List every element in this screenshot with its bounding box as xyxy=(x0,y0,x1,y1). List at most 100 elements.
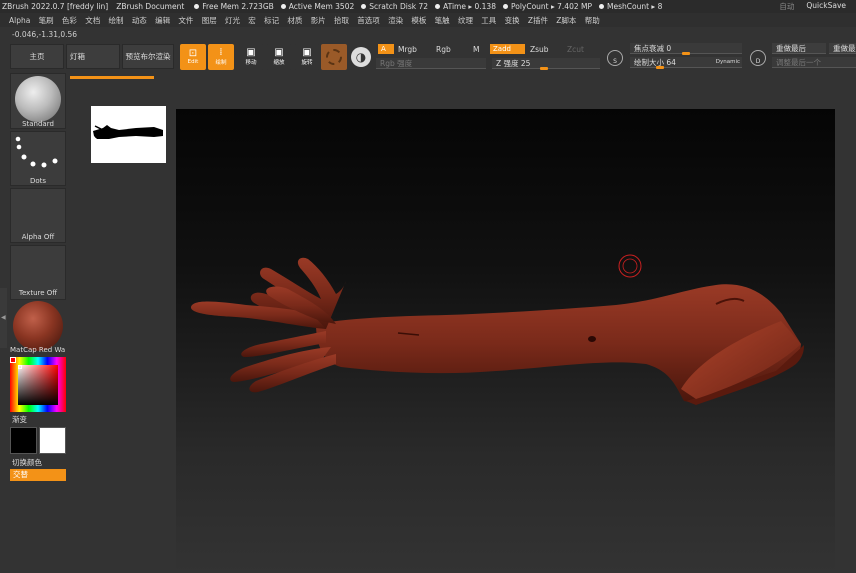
m-toggle[interactable]: M xyxy=(473,45,479,54)
menu-item[interactable]: 渲染 xyxy=(388,15,403,26)
menu-item[interactable]: Z脚本 xyxy=(556,15,576,26)
stat-text: ATime ▸ 0.138 xyxy=(443,2,496,11)
collapse-arrow-icon: ◀ xyxy=(1,314,6,321)
menu-item[interactable]: 首选项 xyxy=(357,15,380,26)
navigator-thumbnail[interactable] xyxy=(91,106,166,163)
menu-item[interactable]: 绘制 xyxy=(109,15,124,26)
menu-item[interactable]: 色彩 xyxy=(62,15,77,26)
draw-label: 绘制 xyxy=(215,60,227,66)
menu-item[interactable]: 纹理 xyxy=(458,15,473,26)
dynamic-toggle[interactable]: Dynamic xyxy=(716,57,740,68)
stroke-label: Dots xyxy=(29,177,47,185)
switch-color-button[interactable]: 切换颜色 xyxy=(12,457,42,468)
brush-label: Standard xyxy=(22,120,54,128)
scale-button[interactable]: ▣ 缩放 xyxy=(266,44,292,70)
scratch-disk-stat: Scratch Disk 72 xyxy=(361,2,428,11)
saturation-cursor-icon[interactable] xyxy=(18,365,22,369)
stat-text: Scratch Disk 72 xyxy=(369,2,429,11)
a-toggle[interactable]: A xyxy=(378,44,394,54)
move-button[interactable]: ▣ 移动 xyxy=(238,44,264,70)
standard-brush-icon xyxy=(15,76,61,122)
quicksave-button[interactable]: QuickSave xyxy=(806,1,846,12)
arm-model[interactable] xyxy=(176,109,835,573)
focal-shift-slider[interactable]: 焦点衰减 0 xyxy=(630,43,742,55)
menu-item[interactable]: 变换 xyxy=(505,15,520,26)
main-color-swatch[interactable] xyxy=(10,427,37,454)
menu-item[interactable]: 影片 xyxy=(311,15,326,26)
status-dot-icon xyxy=(280,4,286,9)
draw-size-slider[interactable]: 绘制大小 64 Dynamic xyxy=(630,57,742,69)
free-mem-stat: Free Mem 2.723GB xyxy=(194,2,274,11)
cursor-coordinates: -0.046,-1.31,0.56 xyxy=(12,30,78,39)
menu-item[interactable]: 模板 xyxy=(411,15,426,26)
menu-item[interactable]: 宏 xyxy=(248,15,256,26)
menu-item[interactable]: 笔刷 xyxy=(39,15,54,26)
color-picker[interactable] xyxy=(10,357,66,412)
material-button[interactable] xyxy=(321,44,347,70)
z-intensity-label: Z 强度 25 xyxy=(496,59,531,68)
menu-item[interactable]: Z插件 xyxy=(528,15,548,26)
lightbox-button[interactable]: 灯箱 xyxy=(66,44,120,69)
alternate-button[interactable]: 交替 xyxy=(10,469,66,481)
spotlight-button[interactable]: ◑ xyxy=(351,47,371,67)
gradient-label[interactable]: 渐变 xyxy=(12,414,27,425)
move-icon: ▣ xyxy=(246,47,256,58)
menu-item[interactable]: 拾取 xyxy=(334,15,349,26)
menu-item[interactable]: 图层 xyxy=(202,15,217,26)
menu-item[interactable]: 工具 xyxy=(481,15,496,26)
d-dial[interactable]: D xyxy=(750,50,766,66)
status-dot-icon xyxy=(361,4,367,9)
rotate-button[interactable]: ▣ 旋转 xyxy=(294,44,320,70)
rgb-intensity-slider[interactable]: Rgb 强度 xyxy=(376,58,486,69)
panel-collapse-handle[interactable]: ◀ xyxy=(0,288,7,348)
z-intensity-knob[interactable] xyxy=(540,67,548,70)
document-title: ZBrush Document xyxy=(116,2,185,11)
redo-last-button[interactable]: 重做最后 xyxy=(772,43,826,54)
stat-text: PolyCount ▸ 7.402 MP xyxy=(510,2,593,11)
menu-bar: Alpha 笔刷 色彩 文档 绘制 动态 编辑 文件 图层 灯光 宏 标记 材质… xyxy=(0,13,856,27)
rgb-toggle[interactable]: Rgb xyxy=(436,45,451,54)
home-button[interactable]: 主页 xyxy=(10,44,64,69)
material-icon xyxy=(326,49,342,65)
focal-shift-knob[interactable] xyxy=(682,52,690,55)
s-dial[interactable]: S xyxy=(607,50,623,66)
menu-item[interactable]: 标记 xyxy=(264,15,279,26)
top-shelf: 主页 灯箱 预览布尔渲染 ⊡ Edit ⁞ 绘制 ▣ 移动 ▣ 缩放 ▣ 旋转 … xyxy=(0,40,856,73)
status-dot-icon xyxy=(435,4,441,9)
menu-item[interactable]: 笔触 xyxy=(435,15,450,26)
z-intensity-slider[interactable]: Z 强度 25 xyxy=(492,58,600,70)
status-dot-icon xyxy=(599,4,605,9)
status-dot-icon xyxy=(502,4,508,9)
color-cursor-icon[interactable] xyxy=(10,357,16,363)
zadd-toggle[interactable]: Zadd xyxy=(490,44,525,54)
mrgb-toggle[interactable]: Mrgb xyxy=(398,45,417,54)
polycount-stat: PolyCount ▸ 7.402 MP xyxy=(502,2,593,11)
adjust-last-slider[interactable]: 调整最后一个 xyxy=(772,57,856,68)
status-dot-icon xyxy=(194,4,200,9)
rotate-label: 旋转 xyxy=(301,60,313,66)
zcut-toggle[interactable]: Zcut xyxy=(567,45,584,54)
bpr-button[interactable]: 预览布尔渲染 xyxy=(122,44,174,69)
menu-item[interactable]: Alpha xyxy=(9,16,30,25)
menu-item[interactable]: 材质 xyxy=(287,15,302,26)
auto-label[interactable]: 自动 xyxy=(779,1,794,12)
menu-item[interactable]: 动态 xyxy=(132,15,147,26)
edit-label: Edit xyxy=(187,59,199,65)
stat-text: Free Mem 2.723GB xyxy=(202,2,274,11)
menu-item[interactable]: 文件 xyxy=(178,15,193,26)
redo-last-button-2[interactable]: 重做最后 xyxy=(829,43,856,54)
color-saturation-square[interactable] xyxy=(18,365,58,405)
draw-size-knob[interactable] xyxy=(656,66,664,69)
menu-item[interactable]: 帮助 xyxy=(585,15,600,26)
secondary-color-swatch[interactable] xyxy=(39,427,66,454)
document-canvas[interactable] xyxy=(176,109,835,573)
draw-button[interactable]: ⁞ 绘制 xyxy=(208,44,234,70)
edit-button[interactable]: ⊡ Edit xyxy=(180,44,206,70)
menu-item[interactable]: 文档 xyxy=(85,15,100,26)
menu-item[interactable]: 灯光 xyxy=(225,15,240,26)
zsub-toggle[interactable]: Zsub xyxy=(530,45,549,54)
draw-size-label: 绘制大小 64 xyxy=(634,58,676,67)
menu-item[interactable]: 编辑 xyxy=(155,15,170,26)
alpha-label: Alpha Off xyxy=(21,233,55,241)
matcap-red-wax-icon xyxy=(13,301,63,351)
